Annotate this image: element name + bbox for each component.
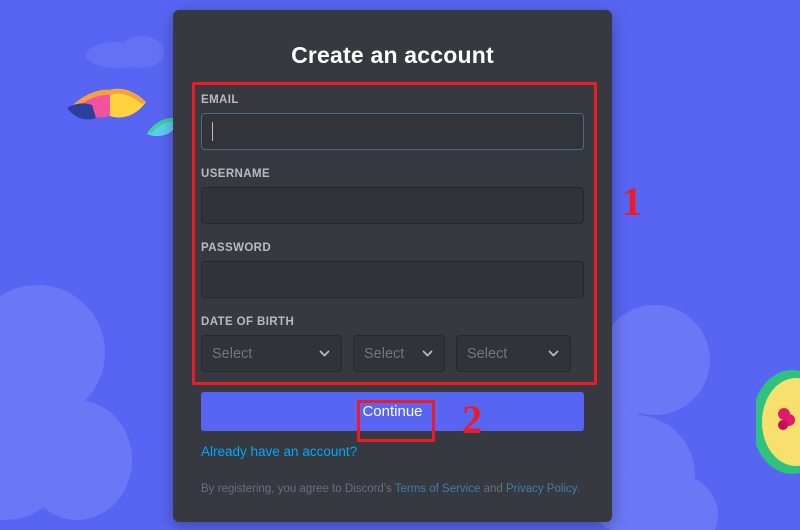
chevron-down-icon bbox=[421, 347, 434, 360]
dob-day-value: Select bbox=[364, 345, 405, 362]
legal-suffix: . bbox=[576, 483, 580, 495]
cloud-bottom-left-c bbox=[22, 400, 132, 520]
username-input[interactable] bbox=[201, 187, 584, 224]
balloon-yellow-green-icon bbox=[756, 370, 800, 474]
email-input-wrap bbox=[201, 113, 584, 150]
field-username: USERNAME bbox=[201, 168, 584, 224]
field-email: EMAIL bbox=[201, 94, 584, 150]
date-of-birth-label: DATE OF BIRTH bbox=[201, 316, 295, 328]
chevron-down-icon bbox=[547, 347, 560, 360]
continue-button[interactable]: Continue bbox=[201, 392, 584, 431]
legal-prefix: By registering, you agree to Discord's bbox=[201, 483, 395, 495]
chevron-down-icon bbox=[318, 347, 331, 360]
dob-day-select[interactable]: Select bbox=[353, 335, 445, 372]
terms-of-service-link[interactable]: Terms of Service bbox=[395, 483, 481, 495]
dob-year-select[interactable]: Select bbox=[456, 335, 571, 372]
password-label: PASSWORD bbox=[201, 242, 272, 254]
bird-cyan-icon bbox=[147, 118, 173, 137]
continue-button-area: Continue bbox=[173, 392, 612, 431]
password-input[interactable] bbox=[201, 261, 584, 298]
email-input[interactable] bbox=[201, 113, 584, 150]
dob-month-value: Select bbox=[212, 345, 253, 362]
username-label: USERNAME bbox=[201, 168, 271, 180]
cloud-top-left-b bbox=[120, 36, 164, 68]
date-of-birth-row: Select Select Select bbox=[201, 335, 584, 372]
bird-navy-icon bbox=[67, 103, 96, 120]
signup-form: EMAIL USERNAME PASSWORD DATE OF BIRTH Se… bbox=[173, 94, 612, 372]
field-password: PASSWORD bbox=[201, 242, 584, 298]
text-caret bbox=[212, 122, 213, 141]
legal-conjunction: and bbox=[480, 483, 506, 495]
already-have-account-link[interactable]: Already have an account? bbox=[201, 444, 357, 459]
field-date-of-birth: DATE OF BIRTH Select Select Select bbox=[201, 316, 584, 372]
dob-year-value: Select bbox=[467, 345, 508, 362]
email-label: EMAIL bbox=[201, 94, 239, 106]
page-title: Create an account bbox=[291, 42, 494, 68]
legal-disclaimer: By registering, you agree to Discord's T… bbox=[201, 481, 584, 497]
signup-modal: Create an account EMAIL USERNAME PASSWOR… bbox=[173, 10, 612, 522]
dob-month-select[interactable]: Select bbox=[201, 335, 342, 372]
privacy-policy-link[interactable]: Privacy Policy bbox=[506, 483, 577, 495]
